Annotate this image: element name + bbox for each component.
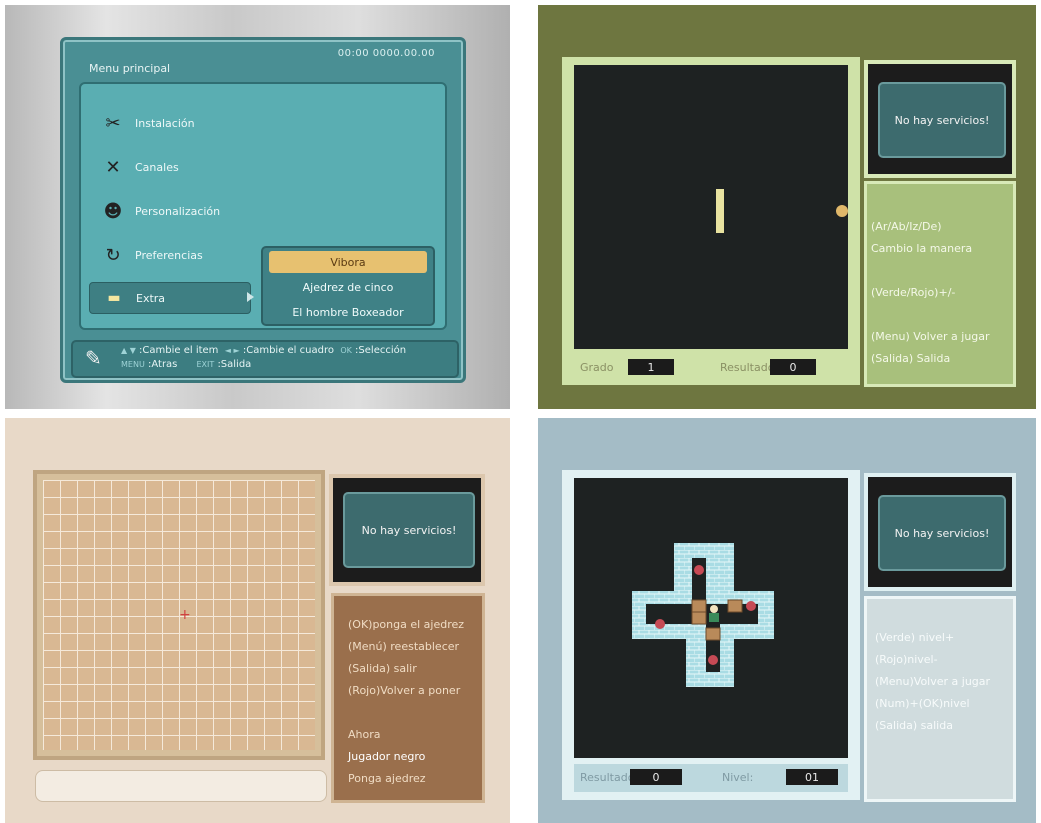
level-value: 01 <box>786 769 838 785</box>
main-menu-window: Menu principal 00:00 0000.00.00 ✂ Instal… <box>60 37 466 383</box>
result-label: Resultado <box>580 771 630 784</box>
clock-display: 00:00 0000.00.00 <box>337 48 435 59</box>
menu-item-personalizacion[interactable]: ☻ Personalización <box>99 196 221 226</box>
gomoku-game-screen: + No hay servicios! (OK)ponga el ajedrez… <box>5 418 510 823</box>
satellite-icon: ✕ <box>105 156 121 178</box>
snake-frame: Grado 1 Resultado 0 <box>562 57 860 385</box>
sokoban-frame: Resultado 0 Nivel: 01 <box>562 470 860 800</box>
extra-submenu: Vibora Ajedrez de cinco El hombre Boxead… <box>261 246 435 326</box>
no-service-message: No hay servicios! <box>878 82 1006 158</box>
menu-item-label: Extra <box>136 291 166 305</box>
sokoban-status-bar: Resultado 0 Nivel: 01 <box>574 764 848 792</box>
footer-line-1: ▲ ▼ :Cambie el item ◄ ► :Cambie el cuadr… <box>121 345 407 356</box>
refresh-icon: ↻ <box>105 244 121 266</box>
sokoban-map <box>632 543 774 687</box>
menu-item-label: Personalización <box>135 204 221 218</box>
submenu-item-ajedrez[interactable]: Ajedrez de cinco <box>269 276 427 298</box>
result-value: 0 <box>630 769 682 785</box>
main-menu-screen: Menu principal 00:00 0000.00.00 ✂ Instal… <box>5 5 510 409</box>
menu-item-label: Preferencias <box>135 248 203 262</box>
sokoban-help-panel: (Verde) nivel+ (Rojo)nivel- (Menu)Volver… <box>864 596 1016 802</box>
player-icon <box>709 605 719 622</box>
snake-game-screen: Grado 1 Resultado 0 No hay servicios! (A… <box>538 5 1036 409</box>
menu-item-extra[interactable]: ▬ Extra <box>89 282 251 314</box>
food-dot <box>836 205 848 217</box>
result-value: 0 <box>770 359 816 375</box>
menu-item-instalacion[interactable]: ✂ Instalación <box>99 108 195 138</box>
grado-label: Grado <box>580 361 614 374</box>
gomoku-status-bar <box>35 770 327 802</box>
gomoku-board-frame: + <box>33 470 325 760</box>
user-icon: ☻ <box>103 200 123 222</box>
menu-item-label: Canales <box>135 160 179 174</box>
gomoku-board[interactable]: + <box>43 480 315 750</box>
snake-status-bar: Grado 1 Resultado 0 <box>574 355 848 381</box>
snake-help-panel: (Ar/Ab/Iz/De) Cambio la manera (Verde/Ro… <box>864 181 1016 387</box>
no-service-message: No hay servicios! <box>343 492 475 568</box>
menu-list: ✂ Instalación ✕ Canales ☻ Personalizació… <box>79 82 447 330</box>
key-help-footer: ✎ ▲ ▼ :Cambie el item ◄ ► :Cambie el cua… <box>71 340 459 378</box>
submenu-item-vibora[interactable]: Vibora <box>269 251 427 273</box>
sokoban-game-screen: Resultado 0 Nivel: 01 No hay servicios! … <box>538 418 1036 823</box>
service-panel: No hay servicios! <box>329 474 485 586</box>
level-label: Nivel: <box>722 771 754 784</box>
submenu-arrow-icon <box>247 292 254 302</box>
gomoku-help-panel: (OK)ponga el ajedrez (Menú) reestablecer… <box>331 593 485 803</box>
snake-board <box>574 65 848 349</box>
submenu-item-boxeador[interactable]: El hombre Boxeador <box>269 301 427 323</box>
service-panel: No hay servicios! <box>864 473 1016 591</box>
crosshair-cursor-icon: + <box>179 607 191 623</box>
grado-value: 1 <box>628 359 674 375</box>
menu-title: Menu principal <box>89 62 171 75</box>
sokoban-board <box>574 478 848 758</box>
snake-body <box>716 189 724 233</box>
result-label: Resultado <box>720 361 772 374</box>
service-panel: No hay servicios! <box>864 60 1016 178</box>
gamepad-icon: ▬ <box>107 290 121 306</box>
tools-icon: ✂ <box>105 112 121 134</box>
footer-line-2: MENU :Atras EXIT :Salida <box>121 359 252 370</box>
menu-item-canales[interactable]: ✕ Canales <box>99 152 179 182</box>
menu-item-label: Instalación <box>135 116 195 130</box>
remote-icon: ✎ <box>85 346 102 370</box>
no-service-message: No hay servicios! <box>878 495 1006 571</box>
menu-item-preferencias[interactable]: ↻ Preferencias <box>99 240 203 270</box>
